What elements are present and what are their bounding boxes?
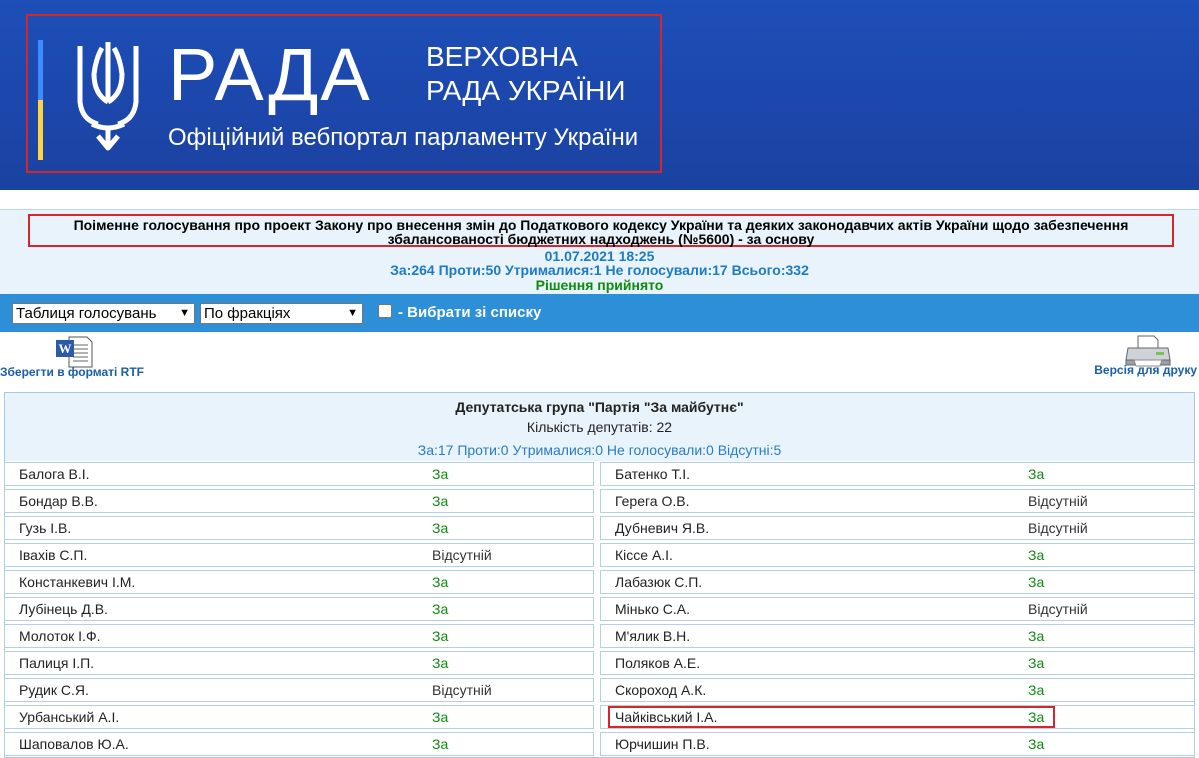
- deputy-vote: За: [432, 628, 449, 644]
- deputy-name: Батенко Т.І.: [615, 466, 691, 482]
- vote-title: Поіменне голосування про проект Закону п…: [28, 214, 1174, 247]
- deputy-vote: Відсутній: [1028, 520, 1088, 536]
- deputy-row: Лубінець Д.В. За: [4, 597, 594, 621]
- logo-subtitle: ВЕРХОВНА РАДА УКРАЇНИ: [426, 41, 626, 106]
- deputy-vote: Відсутній: [432, 547, 492, 563]
- deputy-name: Лабазюк С.П.: [615, 574, 703, 590]
- deputy-vote: За: [1028, 628, 1045, 644]
- deputy-name: Молоток І.Ф.: [19, 628, 101, 644]
- group-select[interactable]: По фракціях ▼: [200, 303, 363, 324]
- deputy-row: Мінько С.А. Відсутній: [600, 597, 1195, 621]
- chevron-down-icon: ▼: [179, 307, 190, 319]
- faction-count: Кількість депутатів: 22: [526, 419, 673, 435]
- deputy-row: Іваxів С.П. Відсутній: [4, 543, 594, 567]
- deputy-row: Лабазюк С.П. За: [600, 570, 1195, 594]
- select-from-list-label: - Вибрати зі списку: [398, 304, 542, 321]
- deputy-row: Констанкевич І.М. За: [4, 570, 594, 594]
- word-document-icon[interactable]: W: [55, 336, 93, 368]
- view-select[interactable]: Таблиця голосувань ▼: [12, 303, 195, 324]
- deputy-vote: За: [432, 736, 449, 752]
- deputy-name: Гузь І.В.: [19, 520, 72, 536]
- deputy-name: Бондар В.В.: [19, 493, 98, 509]
- vote-totals: За:264 Проти:50 Утрималися:1 Не голосува…: [390, 262, 809, 278]
- site-logo[interactable]: РАДА ВЕРХОВНА РАДА УКРАЇНИ Офіційний веб…: [26, 14, 662, 173]
- deputy-name: Лубінець Д.В.: [19, 601, 108, 617]
- deputy-vote: За: [1028, 574, 1045, 590]
- deputy-row: Урбанський А.І. За: [4, 705, 594, 729]
- deputy-row: Молоток І.Ф. За: [4, 624, 594, 648]
- select-from-list-checkbox[interactable]: [378, 304, 392, 318]
- svg-text:W: W: [59, 341, 72, 356]
- vote-result: Рішення прийнято: [535, 277, 664, 293]
- deputy-vote: За: [432, 655, 449, 671]
- deputy-name: Балога В.І.: [19, 466, 90, 482]
- deputy-row: Бондар В.В. За: [4, 489, 594, 513]
- deputy-name: Кіссе А.І.: [615, 547, 673, 563]
- toolbar: Таблиця голосувань ▼ По фракціях ▼ - Вибра…: [0, 294, 1199, 332]
- deputy-row: Кіссе А.І. За: [600, 543, 1195, 567]
- deputy-vote: За: [432, 466, 449, 482]
- save-rtf-link[interactable]: Зберегти в форматі RTF: [0, 365, 144, 379]
- deputy-name: М'ялик В.Н.: [615, 628, 691, 644]
- deputy-vote: За: [432, 574, 449, 590]
- deputy-row: Юрчишин П.В. За: [600, 732, 1195, 756]
- deputy-vote: За: [432, 520, 449, 536]
- deputy-row: Шаповалов Ю.А. За: [4, 732, 594, 756]
- deputy-name: Юрчишин П.В.: [615, 736, 710, 752]
- deputy-name: Іваxів С.П.: [19, 547, 88, 563]
- deputy-vote: За: [432, 493, 449, 509]
- deputy-row: Палиця І.П. За: [4, 651, 594, 675]
- faction-header: Депутатська група "Партія "За майбутнє" …: [5, 393, 1194, 461]
- deputy-name: Мінько С.А.: [615, 601, 690, 617]
- logo-text: РАДА: [168, 33, 372, 116]
- deputy-vote: За: [1028, 736, 1045, 752]
- deputy-vote: За: [432, 601, 449, 617]
- deputy-row: Балога В.І. За: [4, 462, 594, 486]
- deputy-row: Поляков А.Е. За: [600, 651, 1195, 675]
- site-header: РАДА ВЕРХОВНА РАДА УКРАЇНИ Офіційний веб…: [0, 0, 1199, 190]
- faction-name: Депутатська група "Партія "За майбутнє": [455, 399, 744, 415]
- vote-info-panel: Поіменне голосування про проект Закону п…: [0, 209, 1199, 294]
- deputy-name: Рудик С.Я.: [19, 682, 89, 698]
- flag-stripe: [38, 40, 43, 160]
- deputy-row: Герега О.В. Відсутній: [600, 489, 1195, 513]
- chevron-down-icon: ▼: [347, 307, 358, 319]
- deputy-name: Констанкевич І.М.: [19, 574, 136, 590]
- deputy-vote: За: [1028, 682, 1045, 698]
- print-version-link[interactable]: Версія для друку: [1094, 363, 1197, 377]
- deputy-name: Шаповалов Ю.А.: [19, 736, 129, 752]
- deputy-row: Скороход А.К. За: [600, 678, 1195, 702]
- faction-stats: За:17 Проти:0 Утрималися:0 Не голосували…: [417, 442, 782, 458]
- deputy-row: М'ялик В.Н. За: [600, 624, 1195, 648]
- highlight-box: [608, 706, 1055, 728]
- deputy-vote: За: [1028, 466, 1045, 482]
- deputy-vote: Відсутній: [1028, 601, 1088, 617]
- deputy-vote: Відсутній: [432, 682, 492, 698]
- deputy-row: Рудик С.Я. Відсутній: [4, 678, 594, 702]
- deputy-vote: За: [1028, 655, 1045, 671]
- deputy-row: Батенко Т.І. За: [600, 462, 1195, 486]
- deputy-vote: За: [432, 709, 449, 725]
- deputy-name: Скороход А.К.: [615, 682, 707, 698]
- trident-icon: [77, 42, 139, 151]
- deputy-name: Герега О.В.: [615, 493, 690, 509]
- deputy-name: Дубневич Я.В.: [615, 520, 710, 536]
- deputy-name: Палиця І.П.: [19, 655, 95, 671]
- deputy-name: Урбанський А.І.: [19, 709, 120, 725]
- deputy-vote: За: [1028, 547, 1045, 563]
- deputy-vote: Відсутній: [1028, 493, 1088, 509]
- portal-tagline: Офіційний вебпортал парламенту України: [168, 124, 639, 151]
- deputy-row: Дубневич Я.В. Відсутній: [600, 516, 1195, 540]
- deputy-row: Гузь І.В. За: [4, 516, 594, 540]
- deputy-name: Поляков А.Е.: [615, 655, 701, 671]
